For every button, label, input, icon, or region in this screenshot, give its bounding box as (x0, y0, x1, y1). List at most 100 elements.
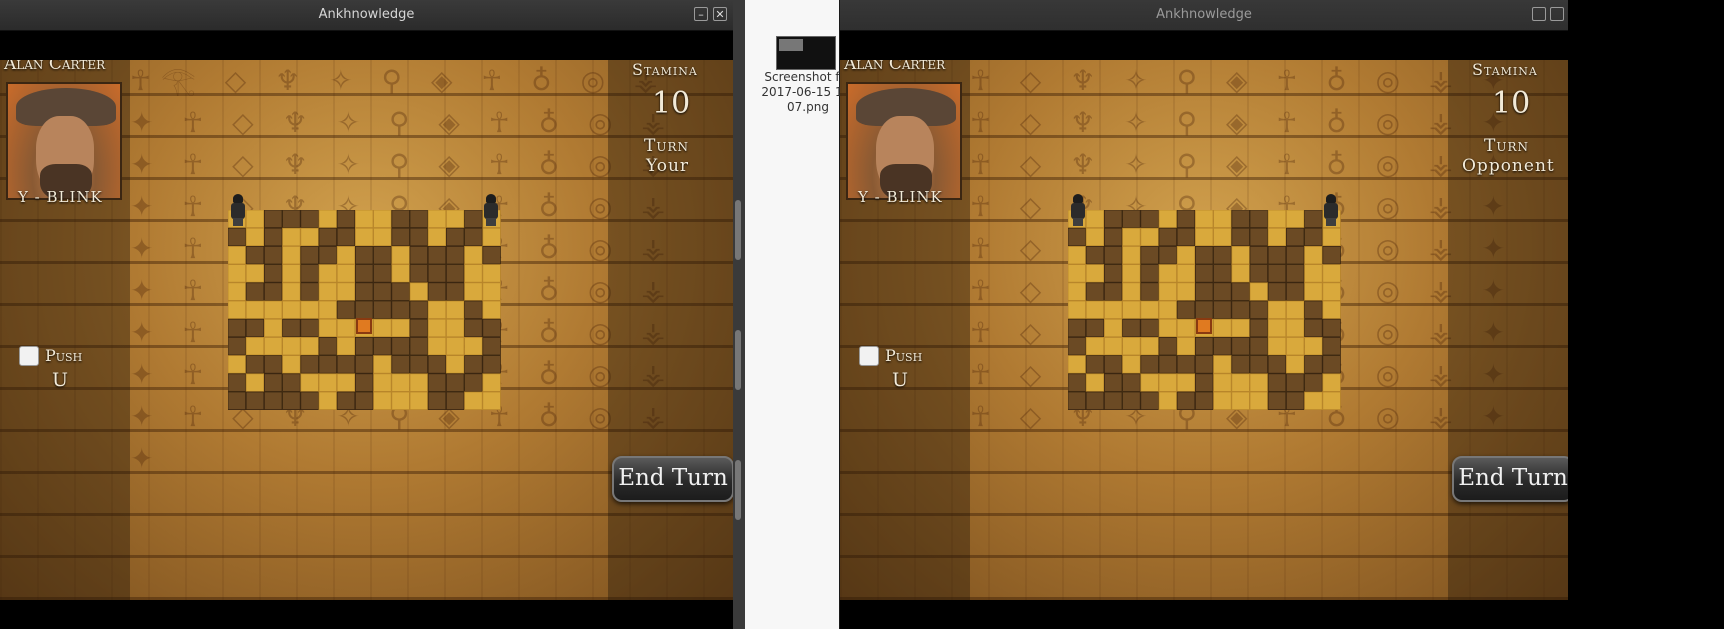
board-sand-tile[interactable] (373, 227, 392, 247)
minimize-icon[interactable]: – (694, 7, 708, 21)
board-sand-tile[interactable] (445, 337, 465, 356)
board-block-tile[interactable] (355, 391, 374, 411)
board-sand-tile[interactable] (282, 264, 301, 283)
board-sand-tile[interactable] (427, 318, 447, 338)
game-board[interactable] (228, 210, 502, 411)
board-block-tile[interactable] (1104, 355, 1123, 374)
board-block-tile[interactable] (1231, 282, 1250, 301)
board-block-tile[interactable] (300, 282, 319, 301)
board-block-tile[interactable] (1249, 318, 1269, 338)
board-sand-tile[interactable] (427, 227, 447, 247)
board-sand-tile[interactable] (318, 318, 338, 338)
board-sand-tile[interactable] (1122, 264, 1141, 283)
board-block-tile[interactable] (1213, 282, 1232, 301)
board-sand-tile[interactable] (464, 282, 483, 301)
board-sand-tile[interactable] (1213, 355, 1232, 374)
board-sand-tile[interactable] (1158, 300, 1178, 320)
board-sand-tile[interactable] (373, 318, 392, 338)
game-board[interactable] (1068, 210, 1342, 411)
board-block-tile[interactable] (300, 391, 319, 411)
board-block-tile[interactable] (445, 391, 465, 411)
board-sand-tile[interactable] (1158, 264, 1178, 283)
board-sand-tile[interactable] (282, 337, 301, 356)
board-sand-tile[interactable] (391, 246, 410, 265)
board-block-tile[interactable] (427, 373, 447, 392)
board-grid[interactable] (1068, 210, 1341, 411)
board-sand-tile[interactable] (1249, 391, 1269, 411)
board-sand-tile[interactable] (300, 300, 319, 320)
board-sand-tile[interactable] (1231, 246, 1250, 265)
board-sand-tile[interactable] (482, 373, 501, 392)
board-block-tile[interactable] (373, 246, 392, 265)
board-sand-tile[interactable] (373, 355, 392, 374)
board-block-tile[interactable] (427, 246, 447, 265)
board-block-tile[interactable] (1085, 318, 1105, 338)
board-block-tile[interactable] (482, 355, 501, 374)
board-block-tile[interactable] (1140, 246, 1159, 265)
board-block-tile[interactable] (1231, 337, 1250, 356)
board-sand-tile[interactable] (282, 227, 301, 247)
board-sand-tile[interactable] (1267, 227, 1287, 247)
board-block-tile[interactable] (1122, 391, 1141, 411)
board-sand-tile[interactable] (318, 373, 338, 392)
board-sand-tile[interactable] (1213, 373, 1232, 392)
board-sand-tile[interactable] (245, 337, 265, 356)
board-sand-tile[interactable] (445, 210, 465, 229)
board-sand-tile[interactable] (482, 300, 501, 320)
board-sand-tile[interactable] (464, 337, 483, 356)
board-sand-tile[interactable] (1085, 337, 1105, 356)
board-sand-tile[interactable] (264, 337, 283, 356)
board-block-tile[interactable] (373, 264, 392, 283)
board-block-tile[interactable] (1231, 300, 1250, 320)
board-block-tile[interactable] (1213, 246, 1232, 265)
board-sand-tile[interactable] (1304, 282, 1323, 301)
board-sand-tile[interactable] (445, 318, 465, 338)
board-sand-tile[interactable] (318, 282, 338, 301)
board-sand-tile[interactable] (373, 210, 392, 229)
board-block-tile[interactable] (1285, 373, 1305, 392)
board-block-tile[interactable] (1176, 227, 1196, 247)
board-sand-tile[interactable] (1249, 282, 1269, 301)
board-sand-tile[interactable] (1140, 227, 1159, 247)
board-sand-tile[interactable] (1231, 264, 1250, 283)
window-titlebar[interactable]: Ankhnowledge – ✕ (0, 0, 733, 31)
end-turn-button[interactable]: End Turn (612, 456, 733, 502)
board-sand-tile[interactable] (409, 373, 429, 392)
board-block-tile[interactable] (228, 227, 247, 247)
board-block-tile[interactable] (1322, 337, 1341, 356)
board-block-tile[interactable] (1158, 355, 1178, 374)
board-block-tile[interactable] (336, 355, 356, 374)
board-sand-tile[interactable] (482, 227, 501, 247)
board-sand-tile[interactable] (336, 282, 356, 301)
board-block-tile[interactable] (355, 337, 374, 356)
board-block-tile[interactable] (318, 227, 338, 247)
board-sand-tile[interactable] (427, 337, 447, 356)
board-block-tile[interactable] (264, 391, 283, 411)
board-sand-tile[interactable] (1285, 337, 1305, 356)
board-block-tile[interactable] (300, 210, 319, 229)
board-block-tile[interactable] (1122, 318, 1141, 338)
board-sand-tile[interactable] (1158, 318, 1178, 338)
board-block-tile[interactable] (1122, 210, 1141, 229)
board-block-tile[interactable] (1213, 300, 1232, 320)
board-sand-tile[interactable] (245, 210, 265, 229)
board-sand-tile[interactable] (1176, 318, 1196, 338)
board-sand-tile[interactable] (391, 391, 410, 411)
board-sand-tile[interactable] (1285, 210, 1305, 229)
board-block-tile[interactable] (264, 373, 283, 392)
board-sand-tile[interactable] (1322, 391, 1341, 411)
board-sand-tile[interactable] (482, 264, 501, 283)
board-block-tile[interactable] (282, 210, 301, 229)
board-block-tile[interactable] (1085, 391, 1105, 411)
board-block-tile[interactable] (1140, 282, 1159, 301)
board-block-tile[interactable] (464, 227, 483, 247)
window-titlebar[interactable]: Ankhnowledge (840, 0, 1568, 31)
board-sand-tile[interactable] (427, 210, 447, 229)
board-block-tile[interactable] (1104, 391, 1123, 411)
board-block-tile[interactable] (1304, 318, 1323, 338)
board-block-tile[interactable] (391, 337, 410, 356)
board-sand-tile[interactable] (1085, 210, 1105, 229)
maximize-icon[interactable] (1532, 7, 1546, 21)
board-sand-tile[interactable] (228, 282, 247, 301)
window-separator[interactable] (733, 0, 745, 629)
